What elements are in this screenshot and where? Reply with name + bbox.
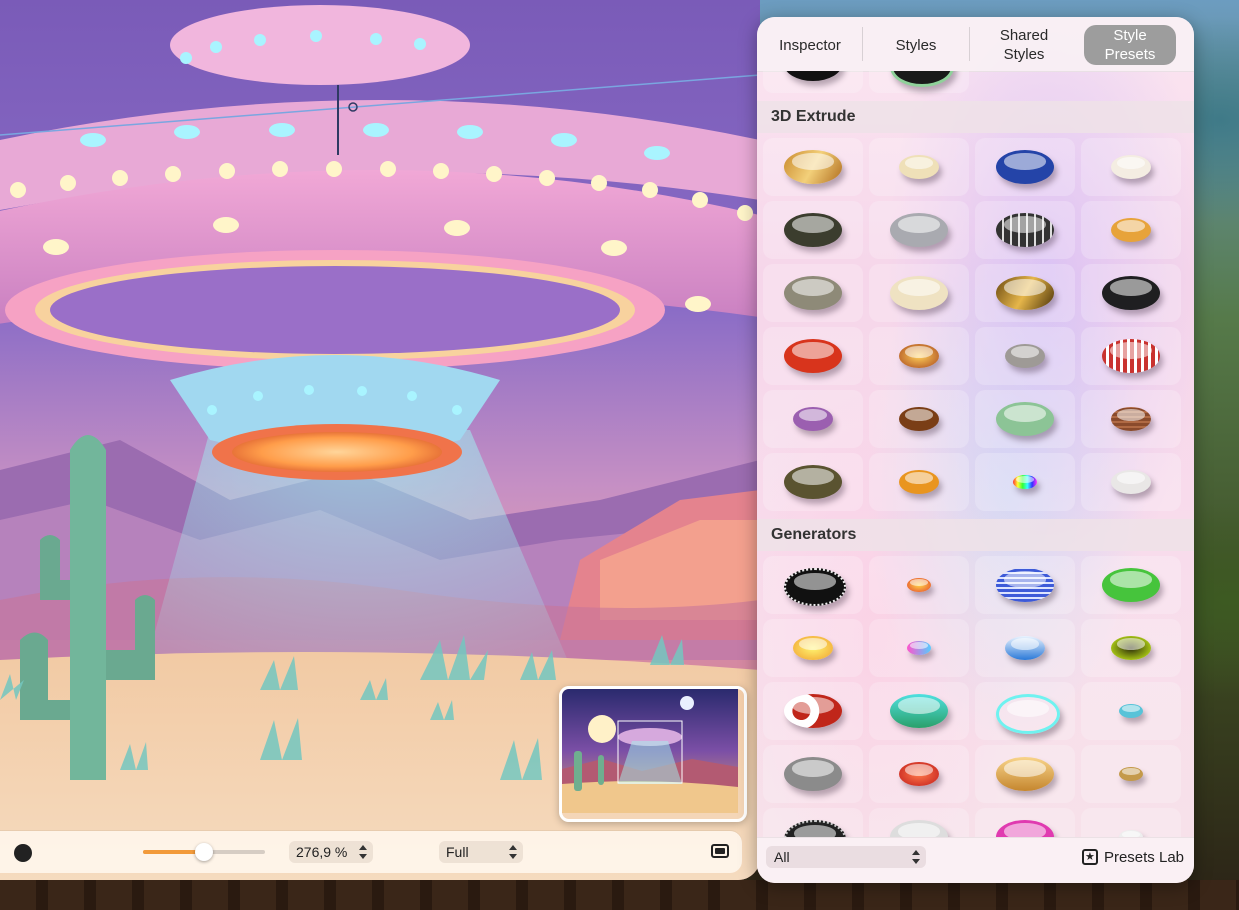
background-floor [0,880,1239,910]
panel-tabbar: Inspector Styles Shared Styles Style Pre… [757,17,1194,72]
preset-tile[interactable] [869,390,969,448]
preset-tile[interactable] [975,556,1075,614]
preset-tile[interactable] [1081,201,1181,259]
preset-tile[interactable] [763,556,863,614]
style-presets-panel: Inspector Styles Shared Styles Style Pre… [757,17,1194,883]
fit-window-icon[interactable] [711,844,729,858]
preset-tile[interactable] [763,138,863,196]
preset-tile[interactable] [763,619,863,677]
select-arrows-icon [912,849,920,865]
preset-tile[interactable] [1081,264,1181,322]
preset-tile[interactable] [1081,138,1181,196]
preset-tile[interactable] [869,453,969,511]
presets-scroll[interactable]: 3D Extrude Generators [757,71,1194,837]
tab-style-presets[interactable]: Style Presets [1084,25,1176,65]
section-header-3d-extrude: 3D Extrude [757,101,1194,133]
section-title: 3D Extrude [771,108,856,125]
zoom-value: 276,9 % [296,844,348,860]
preset-filter-select[interactable]: All [766,846,926,868]
zoom-stepper[interactable]: 276,9 % [289,841,373,863]
preset-filter-value: All [774,849,790,865]
presets-lab-button[interactable]: ★ Presets Lab [1081,844,1184,870]
preset-tile[interactable] [1081,327,1181,385]
preset-tile[interactable] [869,556,969,614]
view-mode-value: Full [446,844,469,860]
canvas-area[interactable]: 276,9 % Full [0,0,760,880]
preset-tile[interactable] [975,264,1075,322]
canvas-statusbar: 276,9 % Full [0,831,742,873]
preset-tile[interactable] [1081,556,1181,614]
tab-label: Shared Styles [999,27,1049,63]
tab-styles[interactable]: Styles [869,25,963,65]
view-mode-select[interactable]: Full [439,841,523,863]
section-title: Generators [771,526,857,543]
preset-tile[interactable] [869,138,969,196]
preset-tile[interactable] [763,264,863,322]
select-arrows-icon [509,844,517,860]
preset-tile[interactable] [869,201,969,259]
section-header-generators: Generators [757,519,1194,551]
preset-tile[interactable] [763,201,863,259]
color-dot-icon[interactable] [14,844,32,862]
preset-tile[interactable] [763,327,863,385]
preset-tile[interactable] [763,808,863,837]
zoom-slider-knob[interactable] [195,843,213,861]
tab-divider [969,27,970,61]
preset-tile[interactable] [975,453,1075,511]
tab-inspector[interactable]: Inspector [765,25,855,65]
preset-tile[interactable] [869,808,969,837]
preset-tile[interactable] [975,745,1075,803]
preset-tile[interactable] [975,619,1075,677]
preset-tile[interactable] [763,71,863,93]
tab-divider [862,27,863,61]
navigator-thumbnail[interactable] [559,686,747,822]
tab-label: Style Presets [1104,27,1156,63]
preset-tile[interactable] [975,138,1075,196]
zoom-slider[interactable] [143,843,265,861]
tab-label: Inspector [779,36,841,54]
preset-tile[interactable] [1081,619,1181,677]
preset-tile[interactable] [869,264,969,322]
preset-tile[interactable] [763,390,863,448]
preset-tile[interactable] [975,201,1075,259]
preset-tile[interactable] [763,453,863,511]
preset-tile[interactable] [763,745,863,803]
tab-label: Styles [895,36,937,54]
preset-tile[interactable] [869,745,969,803]
preset-tile[interactable] [869,71,969,93]
preset-tile[interactable] [763,682,863,740]
preset-tile[interactable] [869,327,969,385]
preset-tile[interactable] [975,808,1075,837]
preset-tile[interactable] [1081,453,1181,511]
stepper-arrows-icon[interactable] [359,844,367,860]
panel-footer: All ★ Presets Lab [757,837,1194,883]
preset-tile[interactable] [869,619,969,677]
preset-tile[interactable] [975,327,1075,385]
preset-tile[interactable] [1081,745,1181,803]
preset-tile[interactable] [1081,808,1181,837]
preset-tile[interactable] [1081,682,1181,740]
preset-tile[interactable] [1081,390,1181,448]
star-square-icon: ★ [1081,849,1098,865]
preset-tile[interactable] [869,682,969,740]
presets-lab-label: Presets Lab [1103,848,1184,866]
preset-tile[interactable] [975,682,1075,740]
preset-tile[interactable] [975,390,1075,448]
tab-shared-styles[interactable]: Shared Styles [975,25,1073,65]
